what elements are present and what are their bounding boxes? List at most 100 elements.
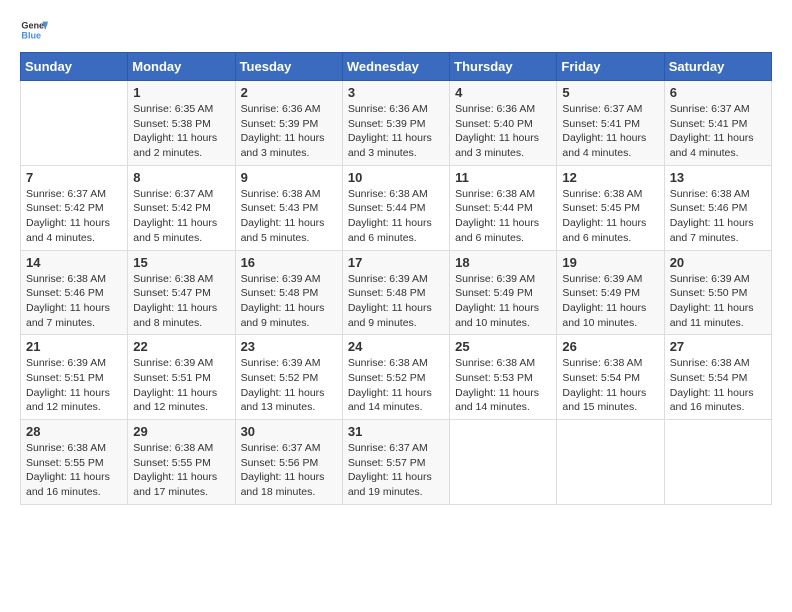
- day-info: Sunrise: 6:37 AMSunset: 5:42 PMDaylight:…: [26, 187, 122, 246]
- calendar-cell: [557, 420, 664, 505]
- day-number: 26: [562, 339, 658, 354]
- calendar-cell: 17Sunrise: 6:39 AMSunset: 5:48 PMDayligh…: [342, 250, 449, 335]
- column-header-friday: Friday: [557, 53, 664, 81]
- day-info: Sunrise: 6:37 AMSunset: 5:42 PMDaylight:…: [133, 187, 229, 246]
- day-info: Sunrise: 6:37 AMSunset: 5:57 PMDaylight:…: [348, 441, 444, 500]
- day-number: 12: [562, 170, 658, 185]
- calendar-cell: 26 Sunrise: 6:38 AMSunset: 5:54 PMDayligh…: [557, 335, 664, 420]
- day-info: Sunrise: 6:38 AMSunset: 5:47 PMDaylight:…: [133, 272, 229, 331]
- calendar-cell: 27 Sunrise: 6:38 AMSunset: 5:54 PMDayligh…: [664, 335, 771, 420]
- calendar-cell: 9 Sunrise: 6:38 AMSunset: 5:43 PMDaylight…: [235, 165, 342, 250]
- day-info: Sunrise: 6:38 AMSunset: 5:44 PMDaylight:…: [348, 187, 444, 246]
- day-number: 30: [241, 424, 337, 439]
- calendar-cell: 6Sunrise: 6:37 AMSunset: 5:41 PMDaylight…: [664, 81, 771, 166]
- day-number: 28: [26, 424, 122, 439]
- calendar-cell: 30 Sunrise: 6:37 AMSunset: 5:56 PMDayligh…: [235, 420, 342, 505]
- day-number: 18: [455, 255, 551, 270]
- calendar-cell: 15Sunrise: 6:38 AMSunset: 5:47 PMDayligh…: [128, 250, 235, 335]
- calendar-cell: 14Sunrise: 6:38 AMSunset: 5:46 PMDayligh…: [21, 250, 128, 335]
- day-number: 20: [670, 255, 766, 270]
- calendar-cell: 4 Sunrise: 6:36 AMSunset: 5:40 PMDaylight…: [450, 81, 557, 166]
- calendar-cell: 11 Sunrise: 6:38 AMSunset: 5:44 PMDayligh…: [450, 165, 557, 250]
- calendar-cell: 8 Sunrise: 6:37 AMSunset: 5:42 PMDaylight…: [128, 165, 235, 250]
- calendar-cell: 18 Sunrise: 6:39 AMSunset: 5:49 PMDayligh…: [450, 250, 557, 335]
- day-info: Sunrise: 6:38 AMSunset: 5:55 PMDaylight:…: [133, 441, 229, 500]
- day-number: 1: [133, 85, 229, 100]
- day-info: Sunrise: 6:37 AMSunset: 5:41 PMDaylight:…: [670, 102, 766, 161]
- calendar-header-row: SundayMondayTuesdayWednesdayThursdayFrid…: [21, 53, 772, 81]
- calendar-cell: [450, 420, 557, 505]
- day-number: 25: [455, 339, 551, 354]
- column-header-thursday: Thursday: [450, 53, 557, 81]
- day-info: Sunrise: 6:39 AMSunset: 5:51 PMDaylight:…: [26, 356, 122, 415]
- calendar-table: SundayMondayTuesdayWednesdayThursdayFrid…: [20, 52, 772, 505]
- calendar-cell: 5 Sunrise: 6:37 AMSunset: 5:41 PMDaylight…: [557, 81, 664, 166]
- week-row-2: 7Sunrise: 6:37 AMSunset: 5:42 PMDaylight…: [21, 165, 772, 250]
- day-number: 27: [670, 339, 766, 354]
- day-info: Sunrise: 6:38 AMSunset: 5:43 PMDaylight:…: [241, 187, 337, 246]
- day-number: 24: [348, 339, 444, 354]
- day-info: Sunrise: 6:38 AMSunset: 5:53 PMDaylight:…: [455, 356, 551, 415]
- calendar-cell: 25 Sunrise: 6:38 AMSunset: 5:53 PMDayligh…: [450, 335, 557, 420]
- day-info: Sunrise: 6:39 AMSunset: 5:51 PMDaylight:…: [133, 356, 229, 415]
- day-info: Sunrise: 6:36 AMSunset: 5:39 PMDaylight:…: [348, 102, 444, 161]
- day-info: Sunrise: 6:39 AMSunset: 5:50 PMDaylight:…: [670, 272, 766, 331]
- day-number: 23: [241, 339, 337, 354]
- day-number: 5: [562, 85, 658, 100]
- day-number: 2: [241, 85, 337, 100]
- day-number: 22: [133, 339, 229, 354]
- column-header-wednesday: Wednesday: [342, 53, 449, 81]
- calendar-cell: 10 Sunrise: 6:38 AMSunset: 5:44 PMDayligh…: [342, 165, 449, 250]
- calendar-cell: [21, 81, 128, 166]
- logo: General Blue: [20, 16, 52, 44]
- day-info: Sunrise: 6:38 AMSunset: 5:54 PMDaylight:…: [562, 356, 658, 415]
- day-number: 17: [348, 255, 444, 270]
- day-info: Sunrise: 6:39 AMSunset: 5:49 PMDaylight:…: [455, 272, 551, 331]
- calendar-cell: 28Sunrise: 6:38 AMSunset: 5:55 PMDayligh…: [21, 420, 128, 505]
- calendar-cell: 24Sunrise: 6:38 AMSunset: 5:52 PMDayligh…: [342, 335, 449, 420]
- calendar-cell: 1Sunrise: 6:35 AMSunset: 5:38 PMDaylight…: [128, 81, 235, 166]
- calendar-cell: 12 Sunrise: 6:38 AMSunset: 5:45 PMDayligh…: [557, 165, 664, 250]
- day-info: Sunrise: 6:36 AMSunset: 5:40 PMDaylight:…: [455, 102, 551, 161]
- calendar-cell: 19 Sunrise: 6:39 AMSunset: 5:49 PMDayligh…: [557, 250, 664, 335]
- day-number: 21: [26, 339, 122, 354]
- day-number: 4: [455, 85, 551, 100]
- calendar-cell: 7Sunrise: 6:37 AMSunset: 5:42 PMDaylight…: [21, 165, 128, 250]
- day-number: 13: [670, 170, 766, 185]
- day-info: Sunrise: 6:39 AMSunset: 5:52 PMDaylight:…: [241, 356, 337, 415]
- calendar-cell: 29 Sunrise: 6:38 AMSunset: 5:55 PMDayligh…: [128, 420, 235, 505]
- day-number: 9: [241, 170, 337, 185]
- day-info: Sunrise: 6:38 AMSunset: 5:45 PMDaylight:…: [562, 187, 658, 246]
- day-info: Sunrise: 6:38 AMSunset: 5:44 PMDaylight:…: [455, 187, 551, 246]
- day-number: 10: [348, 170, 444, 185]
- calendar-cell: 13Sunrise: 6:38 AMSunset: 5:46 PMDayligh…: [664, 165, 771, 250]
- calendar-cell: 23 Sunrise: 6:39 AMSunset: 5:52 PMDayligh…: [235, 335, 342, 420]
- day-number: 19: [562, 255, 658, 270]
- calendar-cell: [664, 420, 771, 505]
- page-header: General Blue: [20, 16, 772, 44]
- day-info: Sunrise: 6:38 AMSunset: 5:54 PMDaylight:…: [670, 356, 766, 415]
- day-info: Sunrise: 6:37 AMSunset: 5:41 PMDaylight:…: [562, 102, 658, 161]
- day-number: 29: [133, 424, 229, 439]
- column-header-tuesday: Tuesday: [235, 53, 342, 81]
- day-info: Sunrise: 6:39 AMSunset: 5:49 PMDaylight:…: [562, 272, 658, 331]
- calendar-cell: 31Sunrise: 6:37 AMSunset: 5:57 PMDayligh…: [342, 420, 449, 505]
- week-row-1: 1Sunrise: 6:35 AMSunset: 5:38 PMDaylight…: [21, 81, 772, 166]
- logo-icon: General Blue: [20, 16, 48, 44]
- week-row-3: 14Sunrise: 6:38 AMSunset: 5:46 PMDayligh…: [21, 250, 772, 335]
- calendar-cell: 22 Sunrise: 6:39 AMSunset: 5:51 PMDayligh…: [128, 335, 235, 420]
- week-row-5: 28 Sunrise: 6:38 AMSunset: 5:55 PMDayligh…: [21, 420, 772, 505]
- svg-text:Blue: Blue: [21, 30, 41, 40]
- day-number: 3: [348, 85, 444, 100]
- week-row-4: 21 Sunrise: 6:39 AMSunset: 5:51 PMDayligh…: [21, 335, 772, 420]
- column-header-sunday: Sunday: [21, 53, 128, 81]
- day-number: 14: [26, 255, 122, 270]
- column-header-monday: Monday: [128, 53, 235, 81]
- day-info: Sunrise: 6:37 AMSunset: 5:56 PMDaylight:…: [241, 441, 337, 500]
- day-number: 11: [455, 170, 551, 185]
- calendar-cell: 2Sunrise: 6:36 AMSunset: 5:39 PMDaylight…: [235, 81, 342, 166]
- column-header-saturday: Saturday: [664, 53, 771, 81]
- calendar-cell: 20 Sunrise: 6:39 AMSunset: 5:50 PMDayligh…: [664, 250, 771, 335]
- calendar-cell: 3 Sunrise: 6:36 AMSunset: 5:39 PMDaylight…: [342, 81, 449, 166]
- day-number: 8: [133, 170, 229, 185]
